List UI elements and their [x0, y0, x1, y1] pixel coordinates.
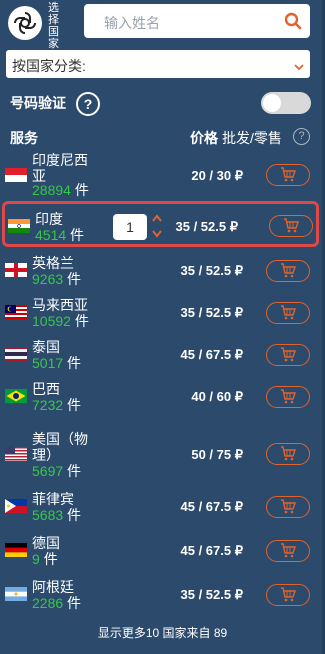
top-bar: 选择国家 输入姓名: [0, 0, 325, 50]
stock-count: 7232 件: [32, 397, 82, 413]
price-value: 35 / 52.5 ₽: [180, 587, 243, 602]
add-to-cart-button[interactable]: [266, 443, 310, 465]
country-name: 泰国: [32, 339, 60, 355]
country-row[interactable]: 阿根廷 2286 件 35 / 52.5 ₽: [0, 576, 325, 612]
cart-icon: [281, 389, 296, 404]
add-to-cart-button[interactable]: [266, 584, 310, 606]
search-input[interactable]: 输入姓名: [104, 13, 160, 33]
country-row[interactable]: 菲律宾 5683 件 45 / 67.5 ₽: [0, 488, 325, 524]
price-value: 45 / 67.5 ₽: [180, 347, 243, 362]
add-to-cart-button[interactable]: [266, 540, 310, 562]
price-value: 20 / 30 ₽: [191, 168, 243, 183]
add-to-cart-button[interactable]: [266, 260, 310, 282]
price-value: 35 / 52.5 ₽: [180, 305, 243, 320]
number-verify-row: 号码验证 ?: [10, 92, 315, 116]
country-name: 菲律宾: [32, 491, 74, 507]
country-name: 巴西: [32, 381, 60, 397]
country-row[interactable]: 泰国 5017 件 45 / 67.5 ₽: [0, 336, 325, 372]
price-value: 35 / 52.5 ₽: [175, 219, 238, 234]
cart-icon: [281, 543, 296, 558]
cart-icon: [281, 587, 296, 602]
add-to-cart-button[interactable]: [266, 164, 310, 186]
price-value: 50 / 75 ₽: [191, 447, 243, 462]
country-row[interactable]: 德国 9 件 45 / 67.5 ₽: [0, 532, 325, 568]
indonesia-flag-icon: [5, 168, 27, 182]
table-header: 服务 价格 批发/零售 ?: [0, 126, 325, 146]
show-more-link[interactable]: 显示更多10 国家来自 89: [0, 624, 325, 641]
thailand-flag-icon: [5, 347, 27, 361]
cart-icon: [281, 347, 296, 362]
argentina-flag-icon: [5, 587, 27, 601]
country-row[interactable]: 印度尼西亚 28894 件 20 / 30 ₽: [0, 150, 325, 198]
number-verify-toggle[interactable]: [261, 92, 311, 114]
germany-flag-icon: [5, 543, 27, 557]
country-name: 印度尼西亚: [32, 152, 88, 184]
malaysia-flag-icon: [5, 305, 27, 319]
chevron-down-icon: [294, 58, 304, 76]
brazil-flag-icon: [5, 389, 27, 403]
quantity-input[interactable]: 1: [113, 214, 147, 240]
category-select[interactable]: 按国家分类:: [6, 50, 310, 78]
cart-icon: [281, 446, 296, 461]
add-to-cart-button[interactable]: [266, 386, 310, 408]
country-row[interactable]: 马来西亚 10592 件 35 / 52.5 ₽: [0, 294, 325, 330]
add-to-cart-button[interactable]: [266, 302, 310, 324]
stock-count: 9263 件: [32, 271, 82, 287]
cart-icon: [281, 167, 296, 182]
country-name: 英格兰: [32, 255, 74, 271]
search-box[interactable]: 输入姓名: [84, 4, 310, 38]
country-name: 阿根廷: [32, 579, 74, 595]
usa-flag-icon: [5, 447, 27, 461]
stock-count: 5017 件: [32, 355, 82, 371]
country-row[interactable]: 美国（物理） 5697 件 50 / 75 ₽: [0, 428, 325, 479]
england-flag-icon: [5, 263, 27, 277]
help-icon[interactable]: ?: [76, 92, 100, 116]
philippines-flag-icon: [5, 499, 27, 513]
stock-count: 2286 件: [32, 595, 82, 611]
wholesale-retail-header: 批发/零售: [222, 130, 282, 146]
price-value: 40 / 60 ₽: [191, 389, 243, 404]
add-to-cart-button[interactable]: [269, 215, 313, 237]
select-country-label: 选择国家: [48, 2, 59, 50]
cart-icon: [281, 305, 296, 320]
openai-logo-icon[interactable]: [8, 6, 42, 40]
toggle-knob: [263, 94, 281, 112]
india-flag-icon: [8, 219, 30, 233]
price-value: 35 / 52.5 ₽: [180, 263, 243, 278]
search-icon[interactable]: [284, 12, 302, 35]
stock-count: 28894 件: [32, 182, 89, 198]
price-header: 价格: [190, 130, 218, 146]
country-name: 德国: [32, 535, 60, 551]
stock-count: 10592 件: [32, 313, 89, 329]
country-row[interactable]: 巴西 7232 件 40 / 60 ₽: [0, 378, 325, 414]
number-verify-label: 号码验证: [10, 95, 66, 111]
cart-icon: [284, 218, 299, 233]
service-header: 服务: [10, 130, 38, 146]
country-row[interactable]: 英格兰 9263 件 35 / 52.5 ₽: [0, 252, 325, 288]
price-value: 45 / 67.5 ₽: [180, 543, 243, 558]
price-value: 45 / 67.5 ₽: [180, 499, 243, 514]
price-help-icon[interactable]: ?: [293, 128, 310, 145]
add-to-cart-button[interactable]: [266, 496, 310, 518]
category-select-value: 按国家分类:: [12, 58, 86, 74]
cart-icon: [281, 499, 296, 514]
country-name: 马来西亚: [32, 297, 88, 313]
country-name: 美国（物理）: [32, 431, 88, 463]
stock-count: 9 件: [32, 551, 58, 567]
stock-count: 5683 件: [32, 507, 82, 523]
add-to-cart-button[interactable]: [266, 344, 310, 366]
country-row-selected[interactable]: 印度 4514 件 1 35 / 52.5 ₽: [2, 201, 319, 247]
stock-count: 5697 件: [32, 463, 82, 479]
cart-icon: [281, 263, 296, 278]
stock-count: 4514 件: [35, 227, 85, 243]
quantity-stepper[interactable]: [151, 212, 163, 245]
